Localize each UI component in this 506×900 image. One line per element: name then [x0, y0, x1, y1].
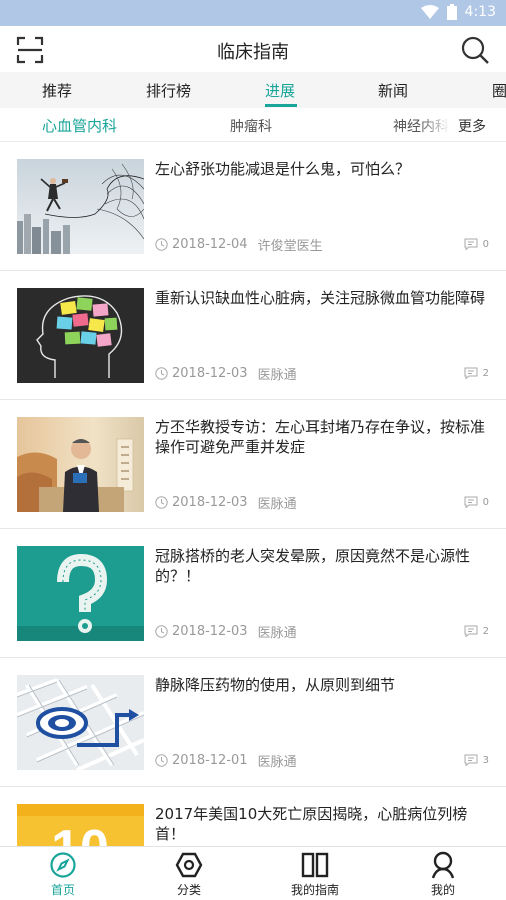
status-time: 4:13 [464, 4, 496, 20]
article-thumbnail [17, 675, 144, 770]
article-thumbnail: 10 [17, 804, 144, 846]
article-date: 2018-12-01 [172, 753, 248, 768]
active-tab-indicator [265, 104, 297, 107]
nav-home-label: 首页 [50, 883, 75, 897]
page-title: 临床指南 [217, 42, 289, 63]
subtab-cardiology[interactable]: 心血管内科 [42, 115, 117, 136]
comment-count-value: 2 [482, 625, 489, 637]
nav-category[interactable]: 分类 [129, 847, 249, 900]
article-title: 静脉降压药物的使用，从原则到细节 [155, 676, 396, 694]
article-thumbnail [17, 417, 144, 512]
article-thumbnail [17, 159, 144, 254]
comment-count: 2 [464, 367, 489, 379]
article-author: 医脉通 [257, 368, 297, 383]
more-button[interactable]: 更多 [452, 116, 486, 136]
article-meta: 2018-12-03 医脉通 [155, 622, 297, 641]
bottom-navigation: 首页 分类 我的指南 我的 [0, 846, 506, 900]
article-thumbnail [17, 288, 144, 383]
article-title: 方丕华教授专访：左心耳封堵乃存在争议，按标准操作可避免严重并发症 [155, 418, 486, 456]
tab-ranking[interactable]: 排行榜 [146, 80, 191, 101]
comment-count-value: 3 [482, 754, 489, 766]
comment-icon [464, 754, 478, 766]
article-item[interactable]: 冠脉搭桥的老人突发晕厥，原因竟然不是心源性的？！ 2018-12-03 医脉通 … [0, 529, 506, 658]
department-tabs: 心血管内科 肿瘤科 神经内科 更多 [0, 108, 506, 142]
clock-icon [155, 367, 168, 380]
article-author: 医脉通 [257, 755, 297, 770]
comment-count: 0 [464, 496, 489, 508]
tabs-fade [420, 108, 450, 141]
nav-category-label: 分类 [176, 883, 201, 897]
article-date: 2018-12-03 [172, 495, 248, 510]
article-meta: 2018-12-01 医脉通 [155, 751, 297, 770]
number-ten-text: 10 [51, 820, 109, 846]
article-item[interactable]: 左心舒张功能减退是什么鬼，可怕么？ 2018-12-04 许俊堂医生 0 [0, 142, 506, 271]
article-author: 医脉通 [257, 497, 297, 512]
book-icon [301, 852, 329, 878]
article-item[interactable]: 方丕华教授专访：左心耳封堵乃存在争议，按标准操作可避免严重并发症 2018-12… [0, 400, 506, 529]
clock-icon [155, 754, 168, 767]
comment-count-value: 2 [482, 367, 489, 379]
status-icons: 4:13 [420, 4, 496, 20]
compass-icon [50, 852, 76, 878]
person-icon [431, 851, 455, 879]
clock-icon [155, 625, 168, 638]
article-item[interactable]: 静脉降压药物的使用，从原则到细节 2018-12-01 医脉通 3 [0, 658, 506, 787]
tab-recommend[interactable]: 推荐 [42, 80, 72, 101]
article-thumbnail [17, 546, 144, 641]
nav-my-guides[interactable]: 我的指南 [255, 847, 375, 900]
comment-icon [464, 367, 478, 379]
article-title: 重新认识缺血性心脏病，关注冠脉微血管功能障碍 [155, 289, 486, 307]
comment-count: 2 [464, 625, 489, 637]
article-meta: 2018-12-03 医脉通 [155, 493, 297, 512]
app-bar: 临床指南 [0, 26, 506, 72]
article-author: 医脉通 [257, 626, 297, 641]
hexagon-icon [175, 852, 203, 878]
wifi-icon [420, 5, 439, 19]
article-list: 左心舒张功能减退是什么鬼，可怕么？ 2018-12-04 许俊堂医生 0 重新认… [0, 142, 506, 846]
nav-profile[interactable]: 我的 [383, 847, 503, 900]
battery-icon [446, 4, 457, 20]
comment-count: 0 [464, 238, 489, 250]
tab-progress[interactable]: 进展 [265, 80, 295, 101]
article-date: 2018-12-03 [172, 366, 248, 381]
article-title: 冠脉搭桥的老人突发晕厥，原因竟然不是心源性的？！ [155, 547, 471, 585]
article-title: 左心舒张功能减退是什么鬼，可怕么？ [155, 160, 411, 178]
comment-icon [464, 496, 478, 508]
article-meta: 2018-12-04 许俊堂医生 [155, 235, 323, 254]
status-bar: 4:13 [0, 0, 506, 26]
article-date: 2018-12-04 [172, 237, 248, 252]
article-meta: 2018-12-03 医脉通 [155, 364, 297, 383]
article-author: 许俊堂医生 [257, 239, 323, 254]
comment-count-value: 0 [482, 496, 489, 508]
clock-icon [155, 496, 168, 509]
article-item[interactable]: 重新认识缺血性心脏病，关注冠脉微血管功能障碍 2018-12-03 医脉通 2 [0, 271, 506, 400]
article-date: 2018-12-03 [172, 624, 248, 639]
category-tabs: 推荐 排行榜 进展 新闻 圈 [0, 72, 506, 108]
tab-circle[interactable]: 圈 [492, 80, 506, 101]
article-title: 2017年美国10大死亡原因揭晓，心脏病位列榜首！ [155, 805, 468, 843]
subtab-oncology[interactable]: 肿瘤科 [230, 116, 272, 136]
clock-icon [155, 238, 168, 251]
nav-my-guides-label: 我的指南 [290, 883, 339, 897]
tab-news[interactable]: 新闻 [378, 80, 408, 101]
nav-home[interactable]: 首页 [3, 847, 123, 900]
nav-profile-label: 我的 [430, 883, 455, 897]
comment-icon [464, 238, 478, 250]
article-item[interactable]: 10 2017年美国10大死亡原因揭晓，心脏病位列榜首！ [0, 787, 506, 846]
comment-count-value: 0 [482, 238, 489, 250]
comment-count: 3 [464, 754, 489, 766]
comment-icon [464, 625, 478, 637]
search-icon[interactable] [460, 35, 490, 65]
